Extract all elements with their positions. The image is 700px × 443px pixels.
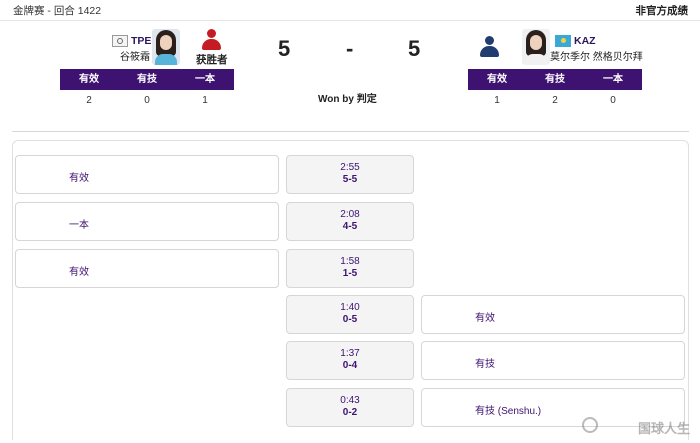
- left-event-card[interactable]: 有效: [15, 155, 279, 194]
- left-header-ippon: 一本: [195, 74, 215, 85]
- event-label: 有效: [69, 173, 89, 184]
- event-label: 有技 (Senshu.): [475, 406, 542, 417]
- won-by-label: Won by 判定: [318, 94, 377, 105]
- timeline-time-card: 0:43 0-2: [286, 388, 414, 427]
- tpe-flag-icon: [112, 35, 128, 47]
- watermark-text: 国球人生: [637, 421, 690, 436]
- right-score: 5: [408, 36, 421, 61]
- timeline-time-card: 1:37 0-4: [286, 341, 414, 380]
- event-label: 有效: [475, 313, 495, 324]
- event-time: 1:58: [340, 256, 360, 267]
- right-athlete-photo[interactable]: [522, 29, 550, 65]
- winner-person-icon: [201, 29, 221, 51]
- event-score: 1-5: [342, 268, 358, 279]
- event-score: 4-5: [342, 221, 358, 232]
- right-header-yuko: 有效: [487, 74, 507, 85]
- left-event-card[interactable]: 有效: [15, 249, 279, 288]
- left-header-yuko: 有效: [79, 74, 99, 85]
- left-count-yuko: 2: [86, 95, 92, 106]
- winner-label: 获胜者: [196, 54, 228, 66]
- right-event-card[interactable]: 有效: [421, 295, 685, 334]
- event-round-label: 金牌赛 - 回合 1422: [13, 5, 102, 17]
- event-time: 2:55: [340, 162, 360, 173]
- unofficial-result-label: 非官方成绩: [635, 5, 689, 17]
- right-athlete-name[interactable]: 莫尔季尔 然格贝尔拜: [550, 48, 643, 63]
- kaz-flag-icon: [555, 35, 571, 47]
- timeline-time-card: 1:58 1-5: [286, 249, 414, 288]
- timeline-time-card: 1:40 0-5: [286, 295, 414, 334]
- top-bar: 金牌赛 - 回合 1422 非官方成绩: [0, 0, 700, 21]
- event-score: 0-4: [342, 360, 358, 371]
- left-country-code: TPE: [131, 35, 152, 47]
- right-count-yuko: 1: [494, 95, 500, 106]
- left-athlete-photo[interactable]: [152, 29, 180, 65]
- header-divider: [12, 131, 689, 132]
- left-athlete-name[interactable]: 谷筱霜: [120, 48, 150, 63]
- right-header-ippon: 一本: [603, 74, 623, 85]
- match-header: TPE 谷筱霜 获胜者 5 - 5 Won by 判定 KAZ 莫尔季尔 然格贝…: [0, 20, 700, 132]
- right-score-table: 有效 有技 一本 1 2 0: [468, 69, 642, 112]
- left-event-card[interactable]: 一本: [15, 202, 279, 241]
- event-score: 5-5: [342, 174, 358, 185]
- event-time: 2:08: [340, 209, 360, 220]
- left-header-waza-ari: 有技: [137, 74, 157, 85]
- event-label: 有效: [69, 267, 89, 278]
- right-header-waza-ari: 有技: [545, 74, 565, 85]
- left-count-ippon: 1: [202, 95, 208, 106]
- watermark-logo-icon: [582, 417, 598, 433]
- event-time: 1:40: [340, 302, 360, 313]
- timeline-time-card: 2:08 4-5: [286, 202, 414, 241]
- event-score: 0-2: [342, 407, 358, 418]
- event-time: 0:43: [340, 395, 360, 406]
- right-event-card[interactable]: 有技: [421, 341, 685, 380]
- event-score: 0-5: [342, 314, 358, 325]
- event-label: 有技: [475, 359, 495, 370]
- timeline-time-card: 2:55 5-5: [286, 155, 414, 194]
- opponent-person-icon: [479, 36, 499, 58]
- event-time: 1:37: [340, 348, 360, 359]
- left-score: 5: [278, 36, 291, 61]
- right-count-waza-ari: 2: [552, 95, 558, 106]
- right-country-code: KAZ: [574, 35, 596, 47]
- right-count-ippon: 0: [610, 95, 616, 106]
- event-label: 一本: [69, 220, 89, 231]
- score-dash: -: [346, 36, 354, 61]
- left-count-waza-ari: 0: [144, 95, 150, 106]
- left-score-table: 有效 有技 一本 2 0 1: [60, 69, 234, 112]
